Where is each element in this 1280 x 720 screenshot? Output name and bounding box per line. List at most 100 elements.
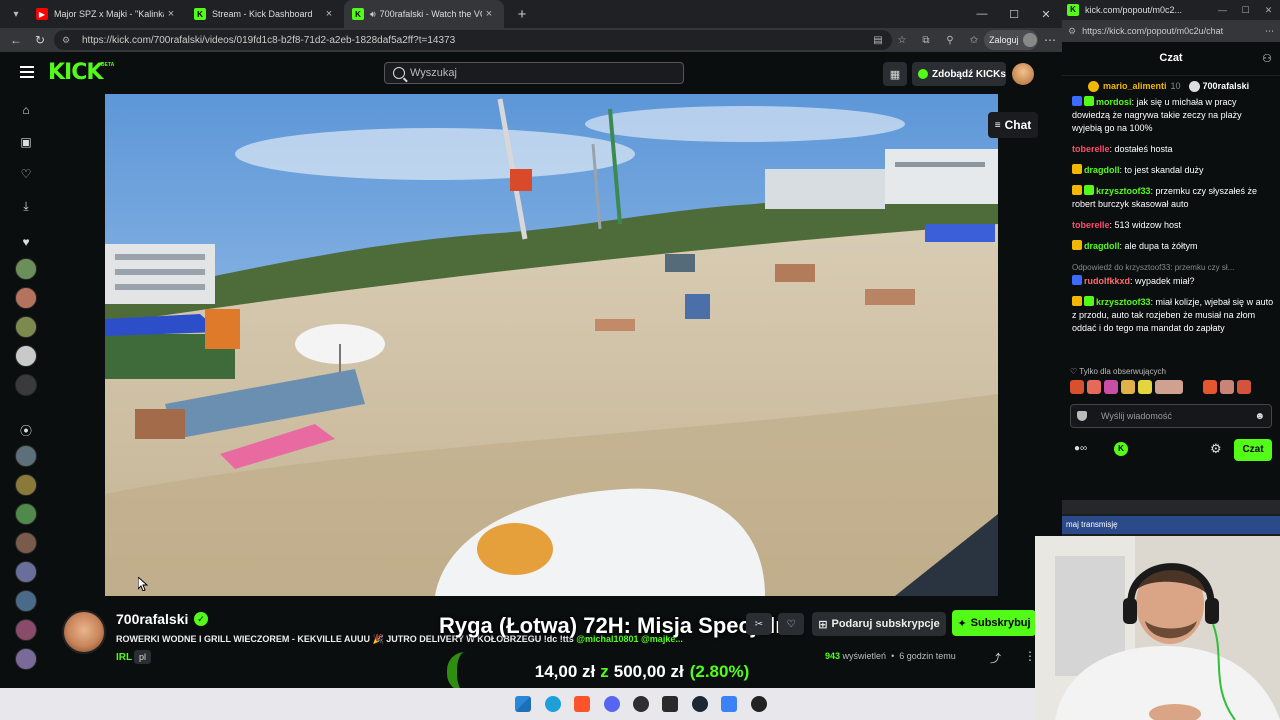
browse-button[interactable]: ▦ <box>883 62 907 86</box>
chat-username[interactable]: dragdoll <box>1084 165 1120 175</box>
taskbar-app-icon[interactable] <box>721 696 737 712</box>
emote-icon[interactable] <box>1220 380 1234 394</box>
taskbar-app-icon[interactable] <box>751 696 767 712</box>
emote-icon[interactable] <box>1203 380 1217 394</box>
home-icon[interactable]: ⌂ <box>18 102 34 118</box>
recommended-channel-avatar[interactable] <box>15 503 37 525</box>
recommended-channel-avatar[interactable] <box>15 590 37 612</box>
subscribe-button[interactable]: ✦ Subskrybuj <box>952 610 1036 636</box>
edge-browser-icon[interactable] <box>545 696 561 712</box>
streamer-name[interactable]: 700rafalski <box>116 611 188 627</box>
followed-channel-avatar[interactable] <box>15 345 37 367</box>
reload-button[interactable]: ↻ <box>28 28 52 52</box>
chat-username[interactable]: toberelle <box>1072 220 1110 230</box>
browser-tab-dashboard[interactable]: K Stream - Kick Dashboard × <box>186 0 344 28</box>
channel-points-icon[interactable]: ●∞ <box>1074 443 1087 454</box>
chat-users-icon[interactable]: ⚇ <box>1262 52 1272 65</box>
followed-channel-avatar[interactable] <box>15 374 37 396</box>
close-window-icon[interactable]: ✕ <box>1030 0 1062 28</box>
followed-channel-avatar[interactable] <box>15 316 37 338</box>
chat-toggle-button[interactable]: ≡ Chat <box>988 112 1038 138</box>
login-button[interactable]: Zaloguj <box>984 30 1038 50</box>
chat-username[interactable]: krzysztoof33 <box>1096 297 1151 307</box>
extensions-icon[interactable]: ⧉ <box>914 35 938 46</box>
following-heart-icon[interactable]: ♡ <box>18 166 34 182</box>
emote-icon[interactable] <box>1138 380 1152 394</box>
tab-list-dropdown[interactable]: ▾ <box>4 2 28 26</box>
get-kicks-button[interactable]: Zdobądź KICKs <box>912 62 1006 86</box>
emoji-icon[interactable]: ☻ <box>1254 411 1265 422</box>
site-info-icon[interactable]: ⚙ <box>1068 26 1076 37</box>
emote-icon[interactable] <box>1186 380 1200 394</box>
bookmark-star-icon[interactable]: ☆ <box>890 35 914 46</box>
follow-button[interactable]: ♡ <box>778 613 804 635</box>
emote-icon[interactable] <box>1087 380 1101 394</box>
browser-tab-youtube[interactable]: ▶ Major SPZ x Majki - "Kalinka" - Yo × <box>28 0 186 28</box>
minimize-icon[interactable]: — <box>966 0 998 28</box>
emote-icon[interactable] <box>1104 380 1118 394</box>
clips-icon[interactable]: ⤓ <box>18 198 34 214</box>
category-link[interactable]: IRL <box>116 652 132 663</box>
steam-icon[interactable] <box>692 696 708 712</box>
chat-username[interactable]: mordosi <box>1096 97 1132 107</box>
favorites-icon[interactable]: ✩ <box>962 35 986 46</box>
discord-icon[interactable] <box>604 696 620 712</box>
back-button[interactable]: ← <box>4 28 28 52</box>
more-menu-icon[interactable]: ⋯ <box>1040 30 1060 50</box>
language-badge[interactable]: pl <box>134 650 152 664</box>
chat-username[interactable]: rudolfkkxd <box>1084 276 1130 286</box>
recommended-channel-avatar[interactable] <box>15 648 37 670</box>
followed-channel-avatar[interactable] <box>15 287 37 309</box>
chat-address-bar[interactable]: ⚙ https://kick.com/popout/m0c2u/chat ⋯ <box>1062 20 1280 42</box>
recommended-channel-avatar[interactable] <box>15 561 37 583</box>
more-menu-icon[interactable]: ⋯ <box>1265 26 1274 37</box>
obs-icon[interactable] <box>633 696 649 712</box>
emote-icon[interactable] <box>1121 380 1135 394</box>
send-chat-button[interactable]: Czat <box>1234 439 1272 461</box>
pinned-user[interactable]: 700rafalski <box>1203 81 1250 91</box>
chat-message-input[interactable] <box>1101 411 1251 421</box>
close-tab-icon[interactable]: × <box>164 8 178 20</box>
minimize-icon[interactable]: — <box>1211 0 1234 20</box>
chat-username[interactable]: dragdoll <box>1084 241 1120 251</box>
recommended-channel-avatar[interactable] <box>15 474 37 496</box>
close-tab-icon[interactable]: × <box>322 8 336 20</box>
recommended-channel-avatar[interactable] <box>15 619 37 641</box>
following-icon[interactable]: ♥ <box>18 234 34 250</box>
start-menu-icon[interactable] <box>515 696 531 712</box>
epic-games-icon[interactable] <box>662 696 678 712</box>
emote-icon[interactable] <box>1070 380 1084 394</box>
kick-emote-icon[interactable]: K <box>1114 442 1128 456</box>
share-icon[interactable]: ⤴ <box>990 650 1001 666</box>
gift-subs-button[interactable]: ⊞ Podaruj subskrypcje <box>812 612 946 636</box>
gear-icon[interactable]: ⚙ <box>1210 441 1222 457</box>
chat-username[interactable]: toberelle <box>1072 144 1110 154</box>
browser-tab-vod[interactable]: K 🔊︎ 700rafalski - Watch the VOD × <box>344 0 504 28</box>
maximize-icon[interactable]: ☐ <box>998 0 1030 28</box>
brave-browser-icon[interactable] <box>574 696 590 712</box>
browse-icon[interactable]: ▣ <box>18 134 34 150</box>
video-player[interactable] <box>105 94 998 596</box>
address-field[interactable]: ⚙ https://kick.com/700rafalski/videos/01… <box>54 30 892 50</box>
search-input[interactable] <box>410 67 670 79</box>
maximize-icon[interactable]: ☐ <box>1234 0 1257 20</box>
hamburger-menu-icon[interactable] <box>20 66 34 78</box>
kick-logo[interactable]: KICK <box>48 60 103 85</box>
new-tab-button[interactable]: + <box>510 6 534 23</box>
followed-channel-avatar[interactable] <box>15 258 37 280</box>
pinned-user[interactable]: mario_alimenti <box>1103 81 1167 91</box>
user-avatar[interactable] <box>1012 63 1034 85</box>
chat-username[interactable]: krzysztoof33 <box>1096 186 1151 196</box>
recommended-channel-avatar[interactable] <box>15 445 37 467</box>
speaker-icon[interactable]: 🔊︎ <box>370 9 376 20</box>
streamer-avatar[interactable] <box>62 610 106 654</box>
emote-icon[interactable] <box>1237 380 1251 394</box>
recommended-channel-avatar[interactable] <box>15 532 37 554</box>
close-tab-icon[interactable]: × <box>482 8 496 20</box>
clip-button[interactable]: ✂ <box>746 613 772 635</box>
emote-icon[interactable] <box>1155 380 1183 394</box>
close-window-icon[interactable]: ✕ <box>1257 0 1280 20</box>
reader-mode-icon[interactable]: ▤ <box>866 35 890 46</box>
split-screen-icon[interactable]: ⚲ <box>938 35 962 46</box>
reply-context[interactable]: Odpowiedź do krzysztoof33: przemku czy s… <box>1072 261 1274 274</box>
